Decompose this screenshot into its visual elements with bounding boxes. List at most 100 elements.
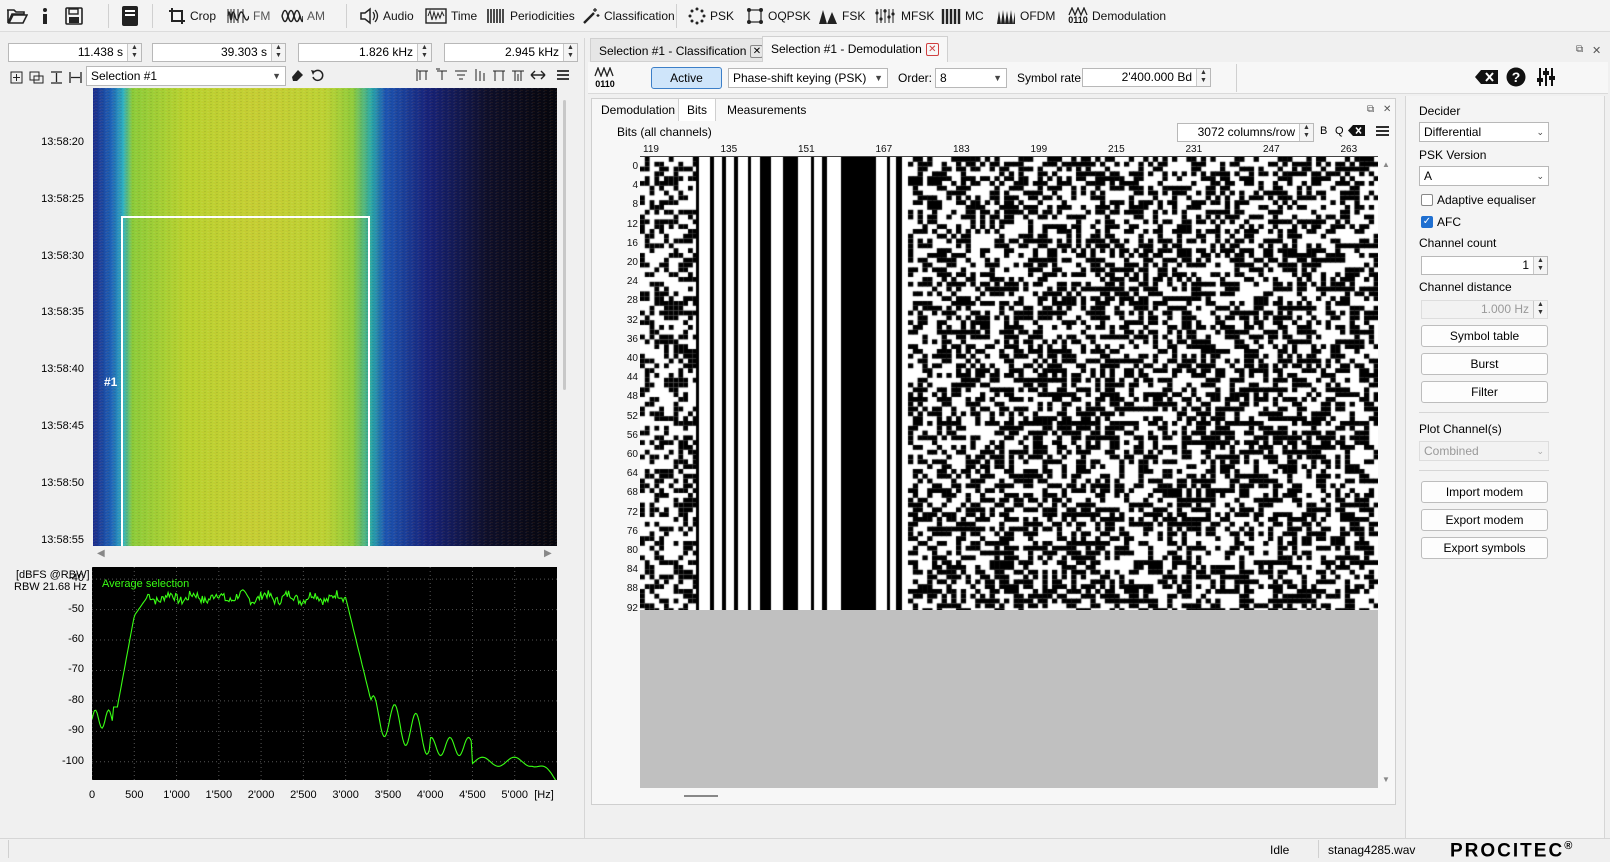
active-toggle-button[interactable]: Active [651,67,722,89]
time-start-spinbox[interactable]: 11.438 s ▲ ▼ [8,43,142,62]
classification-label: Classification [604,9,675,23]
plot-channel-dropdown[interactable]: Combined ⌄ [1419,441,1549,461]
select-time-icon[interactable] [50,70,63,84]
close-tab-icon[interactable]: ✕ [925,43,939,57]
marker-tool-1-icon[interactable] [416,68,430,82]
filter-button[interactable]: Filter [1421,381,1548,403]
subtab-demodulation[interactable]: Demodulation [593,99,685,121]
spin-arrows-icon[interactable]: ▲ ▼ [271,44,285,61]
psk-button[interactable]: PSK [688,4,734,28]
spin-arrows-icon[interactable]: ▲ ▼ [1533,301,1547,318]
marker-tool-4-icon[interactable] [473,68,487,82]
info-button[interactable] [38,4,52,28]
adaptive-equaliser-checkbox[interactable] [1421,194,1433,206]
undo-icon[interactable] [310,68,324,82]
audio-button[interactable]: Audio [359,4,414,28]
spin-arrows-icon[interactable]: ▲ ▼ [1299,124,1313,141]
close-window-icon[interactable]: ✕ [1592,44,1601,57]
tab-classification[interactable]: Selection #1 - Classification ✕ [590,38,773,62]
spin-arrows-icon[interactable]: ▲ ▼ [1196,69,1210,86]
psk-version-dropdown[interactable]: A ⌄ [1419,166,1549,186]
time-button[interactable]: Time [425,4,477,28]
subtab-measurements[interactable]: Measurements [719,99,814,121]
manual-button[interactable] [120,4,140,28]
bits-menu-icon[interactable] [1376,125,1389,137]
channel-count-value: 1 [1522,258,1529,272]
scroll-right-icon[interactable]: ▶ [544,548,552,559]
bits-vertical-scrollbar[interactable]: ▲ ▼ [1381,160,1391,784]
horizontal-resize-icon[interactable] [530,68,546,82]
status-state: Idle [1270,843,1290,857]
scroll-down-icon[interactable]: ▼ [1381,775,1391,784]
bits-view[interactable] [640,157,1378,788]
marker-tool-6-icon[interactable] [511,68,525,82]
subtab-bits[interactable]: Bits [678,98,717,121]
scroll-left-icon[interactable]: ◀ [97,548,105,559]
eraser-icon[interactable] [290,68,304,82]
tab-demodulation[interactable]: Selection #1 - Demodulation ✕ [762,36,948,62]
spin-arrows-icon[interactable]: ▲ ▼ [417,44,431,61]
fm-button[interactable]: FM [227,4,270,28]
float-window-icon[interactable]: ⧉ [1576,44,1583,55]
marker-tool-5-icon[interactable] [492,68,506,82]
oqpsk-button[interactable]: OQPSK [746,4,811,28]
hamburger-menu-icon[interactable] [556,68,570,82]
close-subpanel-icon[interactable]: ✕ [1383,104,1391,115]
decider-dropdown[interactable]: Differential ⌄ [1419,122,1549,142]
periodicities-button[interactable]: Periodicities [486,4,575,28]
time-end-value: 39.303 s [220,45,267,59]
channel-distance-spinbox[interactable]: 1.000 Hz ▲ ▼ [1421,300,1548,319]
am-button[interactable]: AM [281,4,325,28]
help-icon[interactable]: ? [1506,67,1526,87]
channel-count-spinbox[interactable]: 1 ▲ ▼ [1421,256,1548,275]
fsk-button[interactable]: FSK [818,4,865,28]
symbol-table-button[interactable]: Symbol table [1421,325,1548,347]
import-modem-button[interactable]: Import modem [1421,481,1548,503]
bits-q-toggle[interactable]: Q [1335,125,1344,137]
select-freq-icon[interactable] [69,71,82,84]
symbol-rate-spinbox[interactable]: 2'400.000 Bd ▲ ▼ [1082,68,1211,87]
spectrum-plot[interactable]: Average selection [92,567,557,780]
spin-arrows-icon[interactable]: ▲ ▼ [1533,257,1547,274]
order-dropdown[interactable]: 8 ▼ [935,68,1007,88]
spectrogram-waterfall[interactable]: #1 [93,88,557,546]
export-symbols-button[interactable]: Export symbols [1421,537,1548,559]
bits-b-toggle[interactable]: B [1320,125,1327,137]
float-subpanel-icon[interactable]: ⧉ [1367,104,1374,115]
bits-column-label: 199 [1030,144,1048,155]
open-button[interactable] [6,4,28,28]
demodulation-button[interactable]: 0110 Demodulation [1068,4,1166,28]
marker-tool-2-icon[interactable] [435,68,449,82]
export-modem-button[interactable]: Export modem [1421,509,1548,531]
spin-arrows-icon[interactable]: ▲ ▼ [127,44,141,61]
clear-icon[interactable] [1474,69,1500,85]
panel-splitter[interactable] [584,38,585,838]
psk-label: PSK [710,9,735,23]
save-button[interactable] [64,4,84,28]
burst-button[interactable]: Burst [1421,353,1548,375]
marker-tool-3-icon[interactable] [454,68,468,82]
modulation-dropdown[interactable]: Phase-shift keying (PSK) ▼ [728,68,888,88]
scroll-up-icon[interactable]: ▲ [1381,160,1391,169]
mfsk-button[interactable]: MFSK [875,4,934,28]
vertical-scrollbar[interactable] [563,100,566,390]
afc-checkbox[interactable]: ✓ [1421,216,1433,228]
add-selection-icon[interactable] [10,71,23,84]
columns-per-row-spinbox[interactable]: 3072 columns/row ▲ ▼ [1177,123,1314,142]
spin-arrows-icon[interactable]: ▲ ▼ [563,44,577,61]
settings-sliders-icon[interactable] [1536,67,1556,87]
ofdm-button[interactable]: OFDM [996,4,1055,28]
bits-row-label: 24 [626,276,638,288]
selection-dropdown[interactable]: Selection #1 ▼ [86,66,286,86]
mc-button[interactable]: MC [941,4,984,28]
time-end-spinbox[interactable]: 39.303 s ▲ ▼ [152,43,286,62]
crop-button[interactable]: Crop [168,4,216,28]
freq-high-spinbox[interactable]: 2.945 kHz ▲ ▼ [444,43,578,62]
bits-row-label: 92 [626,602,638,614]
select-region-icon[interactable] [29,71,44,84]
classification-button[interactable]: Classification [582,4,675,28]
time-tick-label: 13:58:35 [41,306,84,319]
freq-low-spinbox[interactable]: 1.826 kHz ▲ ▼ [298,43,432,62]
bits-clear-icon[interactable] [1348,125,1365,136]
bits-horizontal-scrollbar[interactable] [684,795,718,797]
